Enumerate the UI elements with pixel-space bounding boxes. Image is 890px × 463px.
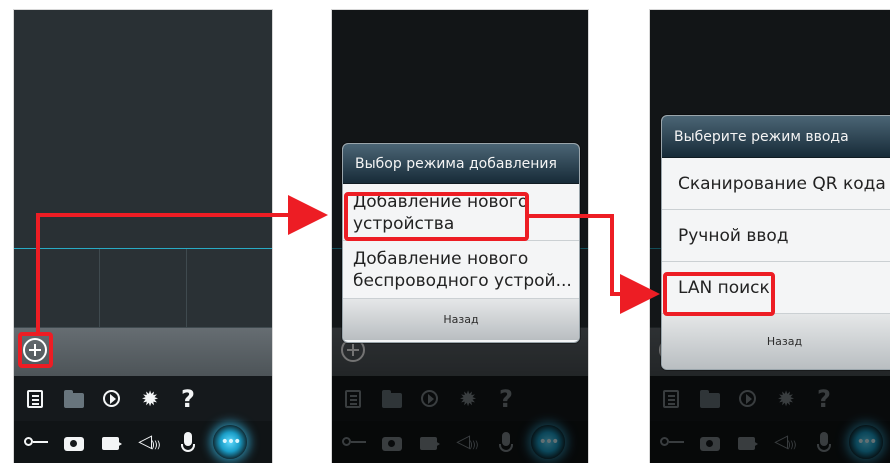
manual-input-option[interactable]: Ручной ввод	[662, 210, 890, 262]
camera-icon[interactable]	[61, 429, 87, 455]
back-button[interactable]: Назад	[343, 299, 579, 340]
input-mode-dialog: Выберите режим ввода Сканирование QR код…	[661, 115, 890, 370]
list-icon[interactable]	[23, 386, 49, 412]
plus-circle-icon[interactable]	[23, 338, 47, 362]
dialog-title: Выбор режима добавления	[343, 144, 579, 184]
help-icon[interactable]	[175, 386, 201, 412]
video-camera-icon[interactable]	[99, 429, 125, 455]
gear-icon[interactable]	[137, 386, 163, 412]
tutorial-stage: Выбор режима добавления Добавление новог…	[0, 0, 890, 463]
add-new-device-option[interactable]: Добавление нового устройства	[343, 184, 579, 241]
add-mode-phone-screen: Выбор режима добавления Добавление новог…	[332, 10, 588, 463]
more-icon[interactable]	[213, 425, 247, 459]
back-button[interactable]: Назад	[662, 314, 890, 369]
key-icon[interactable]	[23, 429, 49, 455]
toolbar-bottom	[14, 421, 272, 463]
playback-icon[interactable]	[99, 386, 125, 412]
option-line: беспроводного устрой...	[353, 271, 572, 291]
small-video-grid	[14, 249, 272, 328]
main-video-area[interactable]	[14, 10, 272, 249]
add-mode-dialog: Выбор режима добавления Добавление новог…	[342, 143, 580, 343]
option-line: Добавление нового	[353, 249, 529, 269]
toolbar-top	[14, 376, 272, 421]
video-cell[interactable]	[14, 249, 101, 328]
video-cell[interactable]	[186, 249, 272, 328]
folder-icon[interactable]	[61, 386, 87, 412]
dialog-title: Выберите режим ввода	[662, 116, 890, 158]
input-mode-phone-screen: Выберите режим ввода Сканирование QR код…	[650, 10, 890, 463]
main-phone-screen	[14, 10, 272, 463]
microphone-icon[interactable]	[175, 429, 201, 455]
speaker-icon[interactable]	[137, 429, 163, 459]
video-cell[interactable]	[100, 249, 187, 328]
qr-scan-option[interactable]: Сканирование QR кода	[662, 158, 890, 210]
option-line: устройства	[353, 214, 455, 234]
lan-search-option[interactable]: LAN поиск	[662, 262, 890, 314]
add-wireless-device-option[interactable]: Добавление нового беспроводного устрой..…	[343, 241, 579, 299]
add-device-row	[14, 328, 272, 376]
option-line: Добавление нового	[353, 192, 529, 212]
